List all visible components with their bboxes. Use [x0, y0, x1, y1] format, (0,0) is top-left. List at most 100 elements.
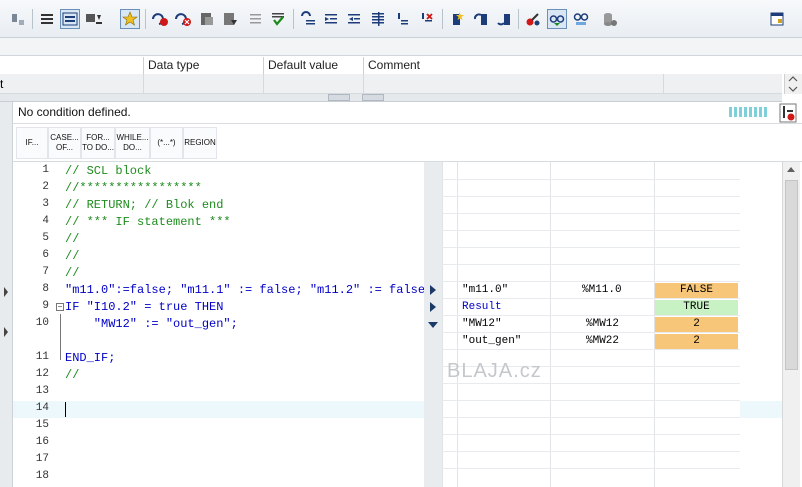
- line-number: 5: [42, 232, 49, 244]
- line-number: 15: [35, 419, 49, 431]
- monitor-tag-value: FALSE: [655, 283, 738, 298]
- line-number: 2: [42, 181, 49, 193]
- fold-toggle-icon[interactable]: −: [56, 303, 64, 311]
- column-comment[interactable]: Comment: [363, 57, 663, 74]
- monitor-tag-address: %M11.0: [582, 284, 622, 296]
- block-view-icon[interactable]: [60, 9, 80, 29]
- text-cursor: [65, 402, 66, 417]
- template-if-button[interactable]: IF...: [16, 127, 48, 159]
- code-line[interactable]: "m11.0":=false; "m11.1" := false; "m11.2…: [65, 283, 432, 297]
- interface-row-name: t: [0, 77, 4, 91]
- interface-icon[interactable]: [37, 9, 57, 29]
- monitor-tag-name: Result: [462, 301, 502, 313]
- bookmark-icon[interactable]: [447, 9, 467, 29]
- code-line[interactable]: //: [65, 232, 79, 246]
- monitor-tag-address: %MW22: [586, 335, 620, 347]
- watermark: BLAJA.cz: [447, 360, 542, 382]
- line-number: 18: [35, 470, 49, 482]
- monitoring-icon[interactable]: [547, 9, 567, 29]
- collapse-up-icon[interactable]: [328, 94, 350, 101]
- favorites-icon[interactable]: [120, 9, 140, 29]
- column-default-value[interactable]: Default value: [263, 57, 363, 74]
- scroll-up-icon[interactable]: [787, 167, 795, 172]
- indent-right-icon[interactable]: [321, 9, 341, 29]
- code-line[interactable]: // SCL block: [65, 164, 151, 178]
- monitor-tag-name: "out_gen": [462, 335, 522, 347]
- template-while-button[interactable]: WHILE... DO...: [115, 127, 150, 159]
- code-line[interactable]: IF "I10.2" = true THEN: [65, 300, 223, 314]
- line-number: 11: [35, 351, 49, 363]
- set-breakpoint-icon[interactable]: [150, 9, 170, 29]
- editor-toolbar: [0, 0, 802, 38]
- code-line[interactable]: END_IF;: [65, 351, 115, 365]
- line-number: 17: [35, 453, 49, 465]
- code-line[interactable]: "MW12" := "out_gen";: [65, 317, 238, 331]
- monitor-tag-value: 2: [655, 334, 738, 349]
- monitoring-panel: "m11.0" %M11.0 FALSE Result TRUE "MW12" …: [424, 162, 740, 487]
- monitor-tag-value: TRUE: [655, 300, 738, 315]
- interface-header-strip: [0, 38, 802, 56]
- line-number: 6: [42, 249, 49, 261]
- scroll-thumb[interactable]: [785, 180, 798, 370]
- code-line[interactable]: //: [65, 249, 79, 263]
- line-number: 3: [42, 198, 49, 210]
- window-icon[interactable]: [767, 9, 787, 29]
- line-number: 14: [35, 402, 49, 414]
- template-for-button[interactable]: FOR... TO DO...: [81, 127, 115, 159]
- expand-arrow-icon[interactable]: [430, 285, 436, 295]
- condition-settings-icon[interactable]: [779, 103, 797, 123]
- outdent-icon[interactable]: [344, 9, 364, 29]
- code-line[interactable]: // RETURN; // Blok end: [65, 198, 223, 212]
- monitoring-settings-icon[interactable]: [571, 9, 591, 29]
- step-icon[interactable]: [197, 9, 217, 29]
- monitor-tag-value: 2: [655, 317, 738, 332]
- column-data-type[interactable]: Data type: [143, 57, 263, 74]
- condition-text: No condition defined.: [18, 105, 131, 119]
- line-number: 10: [35, 317, 49, 329]
- code-line[interactable]: //: [65, 368, 79, 382]
- comment-icon[interactable]: [392, 9, 412, 29]
- align-icon[interactable]: [368, 9, 388, 29]
- template-case-button[interactable]: CASE... OF...: [48, 127, 81, 159]
- go-to-icon[interactable]: [268, 9, 288, 29]
- indent-icon[interactable]: [245, 9, 265, 29]
- template-region-button[interactable]: REGION: [183, 127, 217, 159]
- download-icon[interactable]: [84, 9, 104, 29]
- step-over-icon[interactable]: [220, 9, 240, 29]
- monitor-tag-address: %MW12: [586, 318, 620, 330]
- scl-template-bar: IF... CASE... OF... FOR... TO DO... WHIL…: [13, 124, 802, 162]
- collapse-arrow-icon[interactable]: [428, 322, 438, 328]
- monitor-tag-name: "m11.0": [462, 284, 509, 296]
- insert-network-icon[interactable]: [8, 9, 28, 29]
- code-line[interactable]: // *** IF statement ***: [65, 215, 231, 229]
- status-bars-icon: [729, 107, 767, 117]
- line-number: 8: [42, 283, 49, 295]
- line-number: 7: [42, 266, 49, 278]
- line-number: 13: [35, 385, 49, 397]
- next-bookmark-icon[interactable]: [494, 9, 514, 29]
- indent-left-icon[interactable]: [298, 9, 318, 29]
- line-number: 16: [35, 436, 49, 448]
- compare-icon[interactable]: [523, 9, 543, 29]
- scl-editor-window: Data type Default value Comment t No con…: [0, 0, 802, 487]
- interface-row[interactable]: t: [0, 74, 782, 94]
- remove-breakpoint-icon[interactable]: [173, 9, 193, 29]
- line-number: 12: [35, 368, 49, 380]
- collapse-down-icon[interactable]: [362, 94, 384, 101]
- code-line[interactable]: //: [65, 266, 79, 280]
- editor-scrollbar[interactable]: [782, 162, 800, 487]
- expand-arrow-icon[interactable]: [430, 302, 436, 312]
- line-number: 1: [42, 164, 49, 176]
- monitor-tag-name: "MW12": [462, 318, 502, 330]
- interface-scrollbar[interactable]: [784, 74, 802, 94]
- uncomment-icon[interactable]: [416, 9, 436, 29]
- condition-bar: No condition defined.: [13, 102, 802, 124]
- line-number: 9: [42, 300, 49, 312]
- pane-splitter[interactable]: [0, 94, 782, 102]
- template-comment-button[interactable]: (*...*): [150, 127, 183, 159]
- code-line[interactable]: //*****************: [65, 181, 202, 195]
- left-collapse-gutter[interactable]: [0, 102, 13, 487]
- line-number: 4: [42, 215, 49, 227]
- database-icon[interactable]: [600, 9, 620, 29]
- prev-bookmark-icon[interactable]: [471, 9, 491, 29]
